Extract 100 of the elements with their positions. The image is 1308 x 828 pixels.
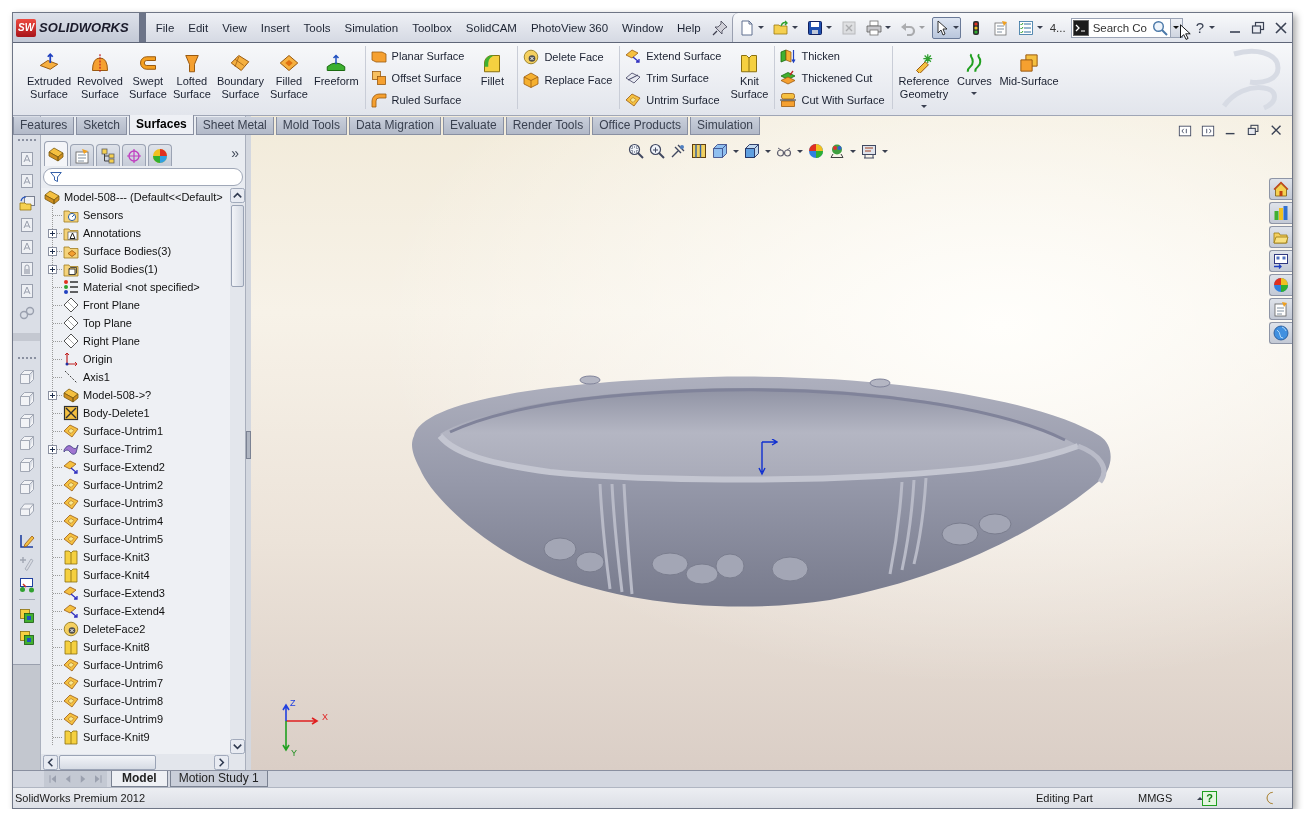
close-icon[interactable] — [1270, 124, 1284, 138]
scroll-left-icon[interactable] — [43, 754, 58, 770]
task-pane-tab[interactable] — [1269, 250, 1292, 272]
tree-item[interactable]: Solid Bodies(1) — [82, 263, 159, 275]
ribbon-button[interactable]: Filled Surface — [267, 46, 311, 109]
ribbon-tab[interactable]: Data Migration — [348, 117, 441, 135]
monitor-icon[interactable] — [861, 143, 877, 159]
menu-item[interactable]: View — [215, 19, 254, 36]
tree-item[interactable]: Surface-Knit3 — [82, 551, 151, 563]
ribbon-button[interactable]: Freeform — [311, 46, 362, 109]
ribbon-tab[interactable]: Render Tools — [505, 117, 591, 135]
ribbon-button[interactable]: Reference Geometry — [895, 46, 953, 109]
tree-item[interactable]: Surface-Trim2 — [82, 443, 154, 455]
tree-item[interactable]: Surface-Untrim5 — [82, 533, 165, 545]
sheet-folder-icon[interactable] — [18, 195, 35, 211]
ribbon-tab[interactable]: Sketch — [76, 117, 128, 135]
toolbar-button[interactable] — [931, 16, 961, 39]
ribbon-button[interactable]: Revolved Surface — [74, 46, 126, 109]
ribbon-button[interactable]: Curves — [952, 46, 997, 109]
tree-item[interactable]: Surface-Knit8 — [82, 641, 151, 653]
caret-icon[interactable] — [882, 149, 888, 153]
help-button[interactable]: ? — [1195, 19, 1204, 36]
caret-icon[interactable] — [971, 92, 978, 95]
expand-icon[interactable] — [48, 264, 57, 274]
shaded-cube-icon[interactable] — [744, 143, 760, 159]
ribbon-button[interactable]: Swept Surface — [125, 46, 170, 109]
tree-item[interactable]: Model-508--- (Default<<Default> — [63, 191, 224, 203]
ribbon-button[interactable]: Extend Surface — [623, 47, 726, 66]
ribbon-button[interactable]: Ruled Surface — [368, 90, 469, 109]
ribbon-button[interactable]: Trim Surface — [623, 68, 726, 88]
ribbon-button[interactable]: Thicken — [778, 47, 889, 66]
tree-item[interactable]: Top Plane — [82, 317, 133, 329]
scroll-up-icon[interactable] — [230, 188, 245, 203]
tree-item[interactable]: DeleteFace2 — [82, 623, 147, 635]
tree-item[interactable]: Surface-Untrim2 — [82, 479, 165, 491]
expand-icon[interactable] — [48, 444, 57, 454]
ribbon-tab[interactable]: Evaluate — [443, 117, 504, 135]
unit-system[interactable]: MMGS — [1138, 792, 1173, 804]
ribbon-button[interactable]: Cut With Surface — [778, 90, 889, 109]
previous-view-icon[interactable] — [670, 143, 686, 159]
scroll-thumb[interactable] — [231, 205, 244, 287]
tile-left-icon[interactable] — [1178, 124, 1192, 138]
caret-icon[interactable] — [884, 26, 891, 29]
caret-icon[interactable] — [825, 26, 832, 29]
tree-item[interactable]: Surface-Knit9 — [82, 731, 151, 743]
tree-item[interactable]: Sensors — [82, 209, 125, 221]
panel-tab[interactable] — [148, 144, 172, 166]
caret-icon[interactable] — [1036, 26, 1043, 29]
ribbon-tab[interactable]: Sheet Metal — [195, 117, 274, 135]
expand-icon[interactable] — [48, 246, 57, 256]
caret-icon[interactable] — [797, 149, 803, 153]
expand-icon[interactable] — [48, 228, 57, 238]
toolbar-overflow[interactable]: 4... — [1049, 21, 1066, 34]
scroll-thumb[interactable] — [59, 754, 156, 770]
menu-item[interactable]: Insert — [253, 19, 297, 36]
filter-field[interactable] — [43, 168, 243, 186]
ribbon-tab[interactable]: Features — [13, 117, 75, 135]
splitter-handle[interactable] — [246, 431, 251, 459]
ribbon-button[interactable]: Planar Surface — [368, 47, 469, 66]
tree-item[interactable]: Surface-Extend2 — [82, 461, 166, 473]
ribbon-button[interactable]: Mid-Surface — [996, 46, 1062, 109]
relation-nodes-icon[interactable] — [18, 577, 35, 593]
panel-tab[interactable] — [70, 144, 94, 166]
ribbon-button[interactable]: Fillet — [470, 46, 515, 109]
view-cube-icon[interactable] — [712, 143, 728, 159]
caret-icon[interactable] — [733, 149, 739, 153]
tree-item[interactable]: Origin — [82, 353, 114, 365]
menu-item[interactable]: Window — [615, 19, 670, 36]
close-icon[interactable] — [1274, 20, 1288, 35]
panel-tab[interactable] — [96, 144, 120, 166]
tree-item[interactable]: Surface-Untrim6 — [82, 659, 165, 671]
zoom-fit-icon[interactable] — [628, 143, 644, 159]
menu-item[interactable]: Tools — [296, 19, 338, 36]
scroll-right-icon[interactable] — [214, 754, 229, 770]
restore-icon[interactable] — [1251, 20, 1265, 35]
tree-item[interactable]: Surface Bodies(3) — [82, 245, 173, 257]
stacked-squares-icon[interactable] — [18, 630, 35, 646]
caret-icon[interactable] — [791, 26, 798, 29]
caret-icon[interactable] — [1209, 26, 1215, 29]
menu-item[interactable]: Toolbox — [405, 19, 459, 36]
sphere-icon[interactable] — [808, 143, 824, 159]
tree-item[interactable]: Material <not specified> — [82, 281, 201, 293]
sketch-pencil-icon[interactable] — [18, 533, 35, 549]
ribbon-button[interactable]: Knit Surface — [727, 46, 772, 109]
tree-item[interactable]: Surface-Knit4 — [82, 569, 151, 581]
restore-icon[interactable] — [1247, 124, 1261, 138]
ribbon-tab[interactable]: Office Products — [592, 117, 688, 135]
ribbon-button[interactable]: Lofted Surface — [169, 46, 214, 109]
menu-item[interactable]: Edit — [181, 19, 216, 36]
ribbon-button[interactable]: Extruded Surface — [24, 46, 75, 109]
tree-item[interactable]: Surface-Extend4 — [82, 605, 166, 617]
zoom-area-icon[interactable] — [649, 143, 665, 159]
menu-item[interactable]: Simulation — [337, 19, 406, 36]
ribbon-button[interactable]: Thickened Cut — [778, 68, 889, 88]
section-view-icon[interactable] — [691, 143, 707, 159]
expand-icon[interactable] — [48, 390, 57, 400]
tree-item[interactable]: Surface-Untrim4 — [82, 515, 165, 527]
menu-item[interactable]: PhotoView 360 — [523, 19, 616, 36]
scene-icon[interactable] — [829, 143, 845, 159]
ribbon-button[interactable]: Boundary Surface — [213, 46, 267, 109]
